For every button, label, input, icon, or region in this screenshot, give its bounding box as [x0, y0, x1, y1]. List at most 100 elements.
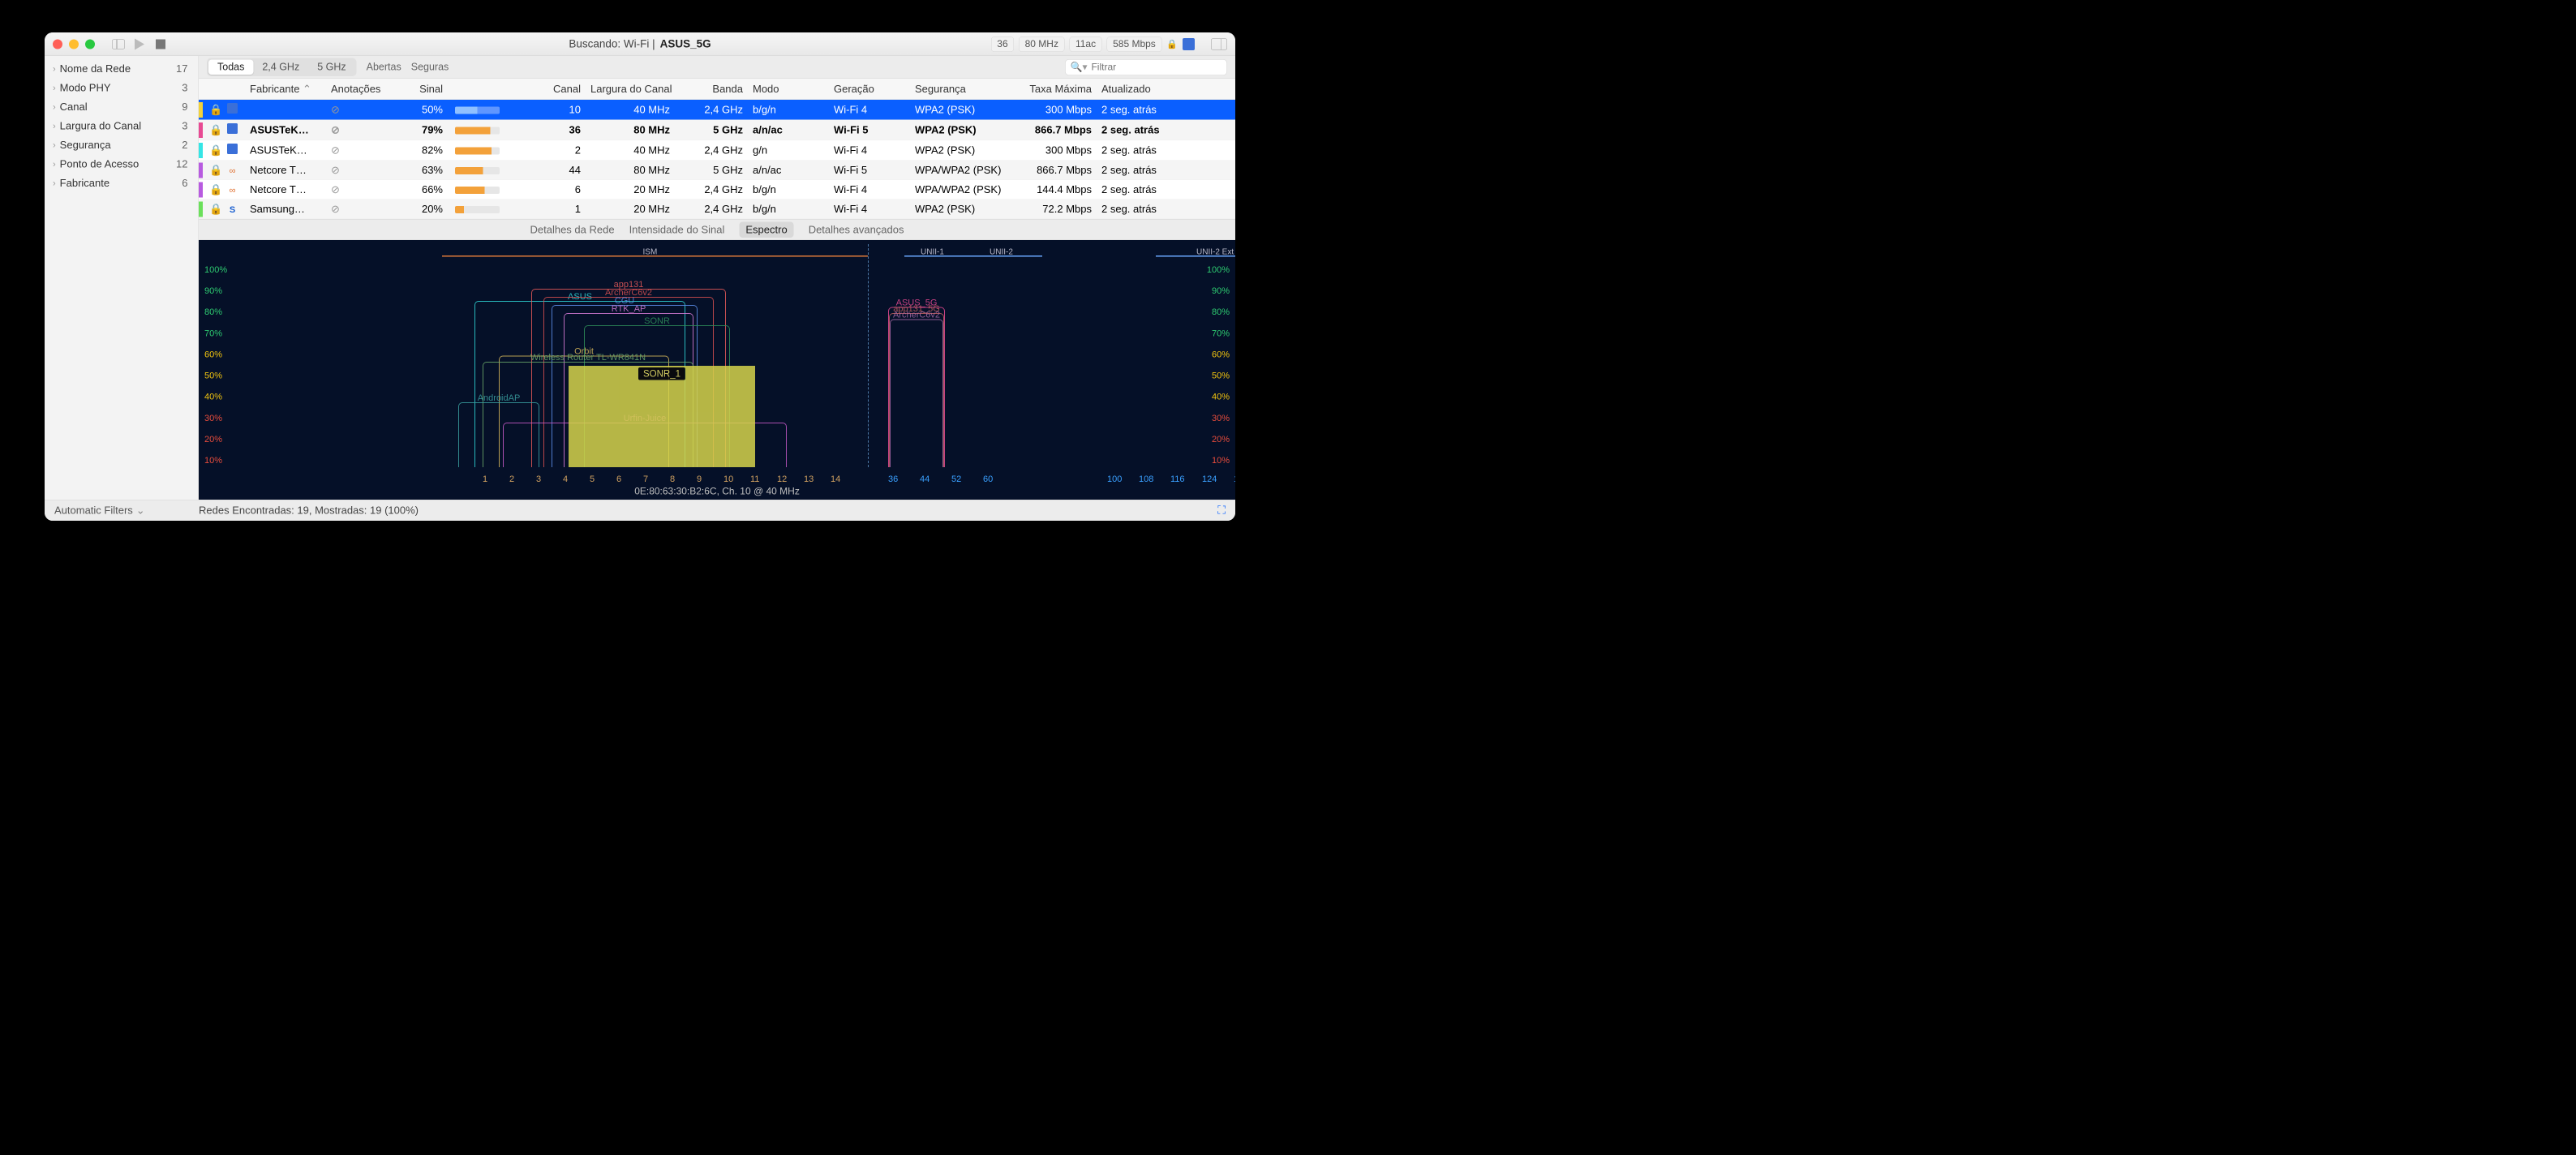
- y-tick: 30%: [1212, 413, 1230, 423]
- close-icon[interactable]: [53, 39, 62, 49]
- sidebar-item-5[interactable]: ›Ponto de Acesso12: [45, 155, 199, 174]
- expand-icon[interactable]: ⛶: [1217, 504, 1226, 517]
- col-Largura do Canal[interactable]: Largura do Canal: [586, 79, 675, 100]
- cell-sec: WPA2 (PSK): [910, 120, 1007, 140]
- spectrum-network[interactable]: ASUS_5G: [888, 307, 945, 468]
- col-Segurança[interactable]: Segurança: [910, 79, 1007, 100]
- table-row[interactable]: 🔒ASUSTeK…⊘79%3680 MHz5 GHza/n/acWi-Fi 5W…: [199, 120, 1235, 140]
- col-Canal[interactable]: Canal: [504, 79, 586, 100]
- col-2[interactable]: [222, 79, 245, 100]
- col-Fabricante[interactable]: Fabricante: [245, 79, 326, 100]
- band-segment[interactable]: Todas2,4 GHz5 GHz: [207, 58, 357, 77]
- cell-vendor: Netcore T…: [245, 180, 326, 200]
- sidebar-item-2[interactable]: ›Canal9: [45, 97, 199, 117]
- col-Modo[interactable]: Modo: [748, 79, 829, 100]
- col-1[interactable]: [204, 79, 222, 100]
- panel-toggle-icon[interactable]: [1211, 38, 1227, 49]
- chevron-right-icon: ›: [53, 178, 56, 188]
- col-Geração[interactable]: Geração: [829, 79, 910, 100]
- cell-sec: WPA2 (PSK): [910, 140, 1007, 161]
- table-row[interactable]: 🔒∞Netcore T…⊘66%620 MHz2,4 GHzb/g/nWi-Fi…: [199, 180, 1235, 200]
- sidebar-toggle-icon[interactable]: [111, 36, 126, 51]
- cell-updated: 2 seg. atrás: [1097, 140, 1235, 161]
- cell-signal-pct: 20%: [407, 200, 448, 219]
- x-tick-5: 116: [1170, 474, 1185, 484]
- cell-signal-pct: 63%: [407, 161, 448, 180]
- band-seg-2[interactable]: 5 GHz: [308, 60, 354, 75]
- col-Anotações[interactable]: Anotações: [326, 79, 407, 100]
- cell-mode: g/n: [748, 140, 829, 161]
- search-field[interactable]: 🔍▾: [1065, 59, 1227, 75]
- cell-vendor: ASUSTeK…: [245, 140, 326, 161]
- detail-tab-3[interactable]: Detalhes avançados: [809, 223, 904, 236]
- x-tick-24: 3: [536, 474, 541, 484]
- wifi-vendor-icon: [1183, 38, 1195, 50]
- detail-tab-1[interactable]: Intensidade do Sinal: [629, 223, 725, 236]
- search-input[interactable]: [1091, 62, 1221, 73]
- x-tick-5: 124: [1202, 474, 1217, 484]
- spectrum-chart[interactable]: ISMUNII-1UNII-2UNII-2 ExtUNII-3100%100%9…: [199, 240, 1235, 500]
- sidebar-item-4[interactable]: ›Segurança2: [45, 135, 199, 155]
- cell-rate: 300 Mbps: [1007, 100, 1097, 120]
- cell-gen: Wi-Fi 4: [829, 140, 910, 161]
- sidebar-item-3[interactable]: ›Largura do Canal3: [45, 117, 199, 136]
- cell-sec: WPA2 (PSK): [910, 100, 1007, 120]
- x-tick-24: 4: [563, 474, 568, 484]
- sidebar-item-count: 9: [182, 101, 187, 114]
- sidebar: ›Nome da Rede17›Modo PHY3›Canal9›Largura…: [45, 56, 199, 500]
- sidebar-item-label: Largura do Canal: [60, 120, 182, 133]
- cell-signal-pct: 66%: [407, 180, 448, 200]
- col-Banda[interactable]: Banda: [675, 79, 748, 100]
- chevron-right-icon: ›: [53, 83, 56, 93]
- table-row[interactable]: 🔒⊘50%1040 MHz2,4 GHzb/g/nWi-Fi 4WPA2 (PS…: [199, 100, 1235, 120]
- play-button[interactable]: [132, 36, 147, 51]
- filters-dropdown[interactable]: Automatic Filters ⌄: [54, 505, 199, 517]
- table-row[interactable]: 🔒ASUSTeK…⊘82%240 MHz2,4 GHzg/nWi-Fi 4WPA…: [199, 140, 1235, 161]
- cell-gen: Wi-Fi 4: [829, 200, 910, 219]
- spectrum-network[interactable]: app131_5G: [889, 313, 944, 467]
- x-tick-5: 108: [1139, 474, 1153, 484]
- cell-width: 40 MHz: [586, 140, 675, 161]
- titlebar: Buscando: Wi-Fi | ASUS_5G 36 80 MHz 11ac…: [45, 32, 1235, 56]
- chevron-right-icon: ›: [53, 101, 56, 112]
- cell-band: 5 GHz: [675, 120, 748, 140]
- vendor-icon: ∞: [222, 161, 245, 180]
- lock-icon: 🔒: [204, 120, 222, 140]
- col-Taxa Máxima[interactable]: Taxa Máxima: [1007, 79, 1097, 100]
- zoom-icon[interactable]: [85, 39, 95, 49]
- cell-band: 2,4 GHz: [675, 140, 748, 161]
- table-row[interactable]: 🔒∞Netcore T…⊘63%4480 MHz5 GHza/n/acWi-Fi…: [199, 161, 1235, 180]
- spectrum-network[interactable]: AndroidAP: [458, 402, 539, 467]
- y-tick: 30%: [204, 413, 222, 423]
- sidebar-item-count: 6: [182, 177, 187, 190]
- filter-secure[interactable]: Seguras: [411, 62, 449, 74]
- x-tick-24: 6: [616, 474, 621, 484]
- filter-open[interactable]: Abertas: [367, 62, 401, 74]
- minimize-icon[interactable]: [69, 39, 79, 49]
- col-6[interactable]: [448, 79, 504, 100]
- chevron-right-icon: ›: [53, 63, 56, 74]
- cell-mode: b/g/n: [748, 100, 829, 120]
- stop-button[interactable]: [153, 36, 168, 51]
- y-tick: 10%: [204, 455, 222, 466]
- col-Atualizado[interactable]: Atualizado: [1097, 79, 1235, 100]
- badge-width: 80 MHz: [1019, 36, 1064, 52]
- detail-tab-0[interactable]: Detalhes da Rede: [530, 223, 615, 236]
- spectrum-network[interactable]: ArcherC6v2: [890, 320, 943, 468]
- table-row[interactable]: 🔒SSamsung…⊘20%120 MHz2,4 GHzb/g/nWi-Fi 4…: [199, 200, 1235, 219]
- col-Sinal[interactable]: Sinal: [407, 79, 448, 100]
- cell-rate: 72.2 Mbps: [1007, 200, 1097, 219]
- sidebar-item-1[interactable]: ›Modo PHY3: [45, 79, 199, 98]
- x-tick-5: 60: [983, 474, 993, 484]
- title-prefix: Buscando: Wi-Fi |: [569, 38, 655, 51]
- window-controls: [53, 39, 95, 49]
- table-header[interactable]: FabricanteAnotaçõesSinal CanalLargura do …: [199, 79, 1235, 100]
- sidebar-item-0[interactable]: ›Nome da Rede17: [45, 59, 199, 79]
- detail-tab-2[interactable]: Espectro: [739, 221, 793, 238]
- col-0[interactable]: [199, 79, 204, 100]
- band-seg-1[interactable]: 2,4 GHz: [253, 60, 308, 75]
- spectrum-selected[interactable]: SONR_1: [569, 366, 755, 467]
- sidebar-item-6[interactable]: ›Fabricante6: [45, 174, 199, 193]
- cell-width: 20 MHz: [586, 200, 675, 219]
- band-seg-0[interactable]: Todas: [208, 60, 253, 75]
